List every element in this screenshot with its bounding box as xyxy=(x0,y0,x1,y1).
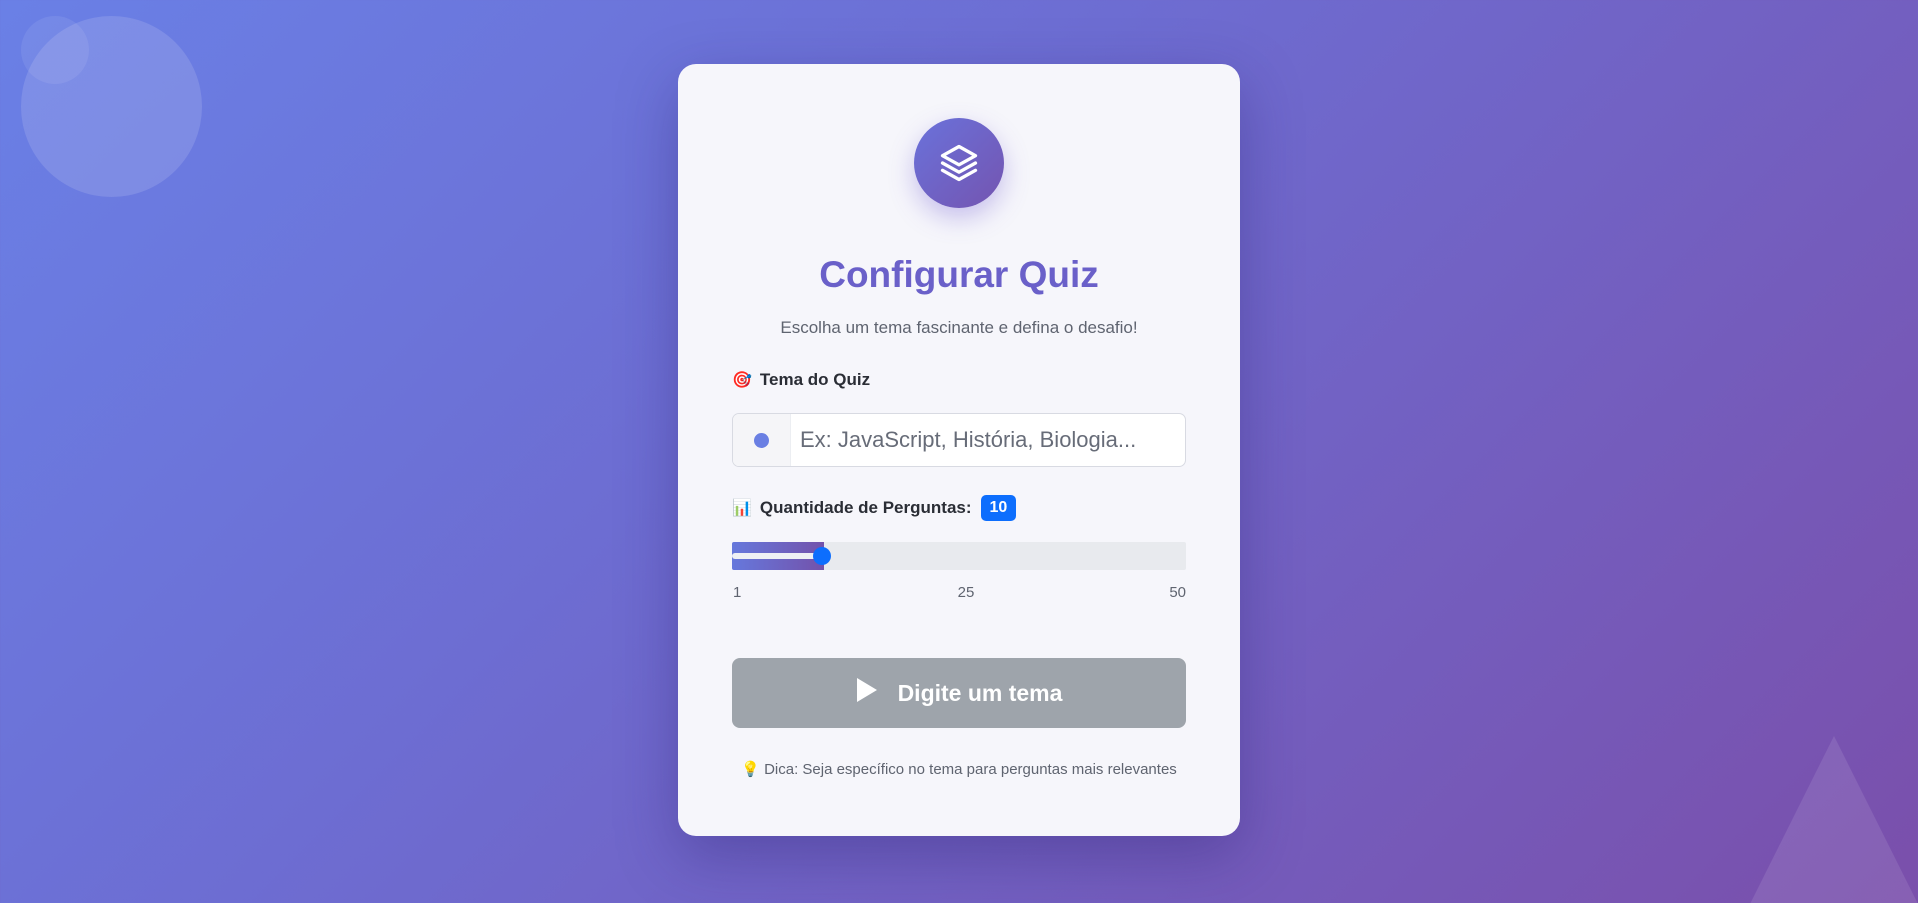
theme-label: 🎯 Tema do Quiz xyxy=(732,370,870,390)
input-addon xyxy=(733,414,791,466)
theme-input-group xyxy=(732,413,1186,467)
decorative-triangle xyxy=(1749,736,1918,903)
start-quiz-button[interactable]: Digite um tema xyxy=(732,658,1186,728)
page-subtitle: Escolha um tema fascinante e defina o de… xyxy=(780,318,1138,337)
decorative-circle-small xyxy=(21,16,89,84)
tip-text: 💡 Dica: Seja específico no tema para per… xyxy=(678,760,1240,778)
question-count-label: 📊 Quantidade de Perguntas: 10 xyxy=(732,495,1017,521)
question-count-label-text: Quantidade de Perguntas: xyxy=(759,498,972,517)
play-icon xyxy=(856,677,878,709)
slider-mid-label: 25 xyxy=(957,584,975,601)
bar-chart-icon: 📊 xyxy=(732,500,752,517)
theme-input[interactable] xyxy=(791,414,1185,466)
slider-thumb[interactable] xyxy=(813,547,831,565)
page-title: Configurar Quiz xyxy=(819,254,1099,295)
slider-track xyxy=(732,553,820,559)
layers-icon xyxy=(914,118,1004,208)
target-icon: 🎯 xyxy=(732,372,752,389)
slider-max-label: 50 xyxy=(1169,584,1186,601)
theme-label-text: Tema do Quiz xyxy=(759,370,871,389)
start-quiz-button-label: Digite um tema xyxy=(897,679,1063,706)
lightbulb-icon: 💡 xyxy=(741,761,760,778)
quiz-setup-card: Configurar Quiz Escolha um tema fascinan… xyxy=(678,64,1240,836)
tip-text-content: Dica: Seja específico no tema para pergu… xyxy=(764,761,1177,778)
slider-min-label: 1 xyxy=(733,584,742,601)
question-count-slider[interactable] xyxy=(732,542,1186,570)
question-count-badge: 10 xyxy=(980,495,1017,521)
dot-icon xyxy=(754,432,769,448)
